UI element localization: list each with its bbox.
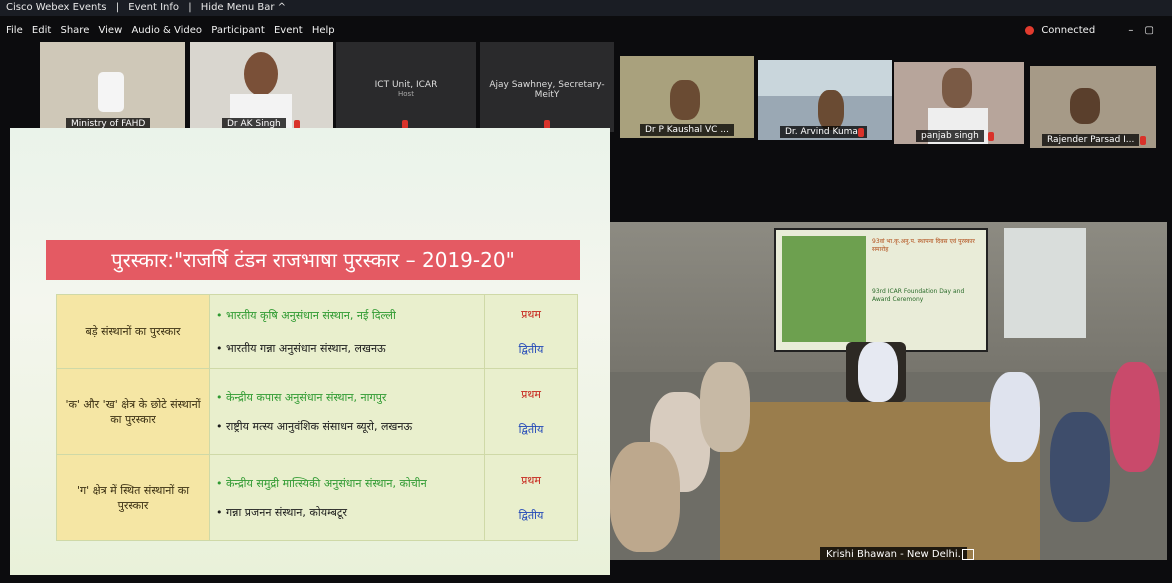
host-label: Host (398, 90, 414, 98)
avatar (670, 80, 700, 120)
participant-tile[interactable]: Dr P Kaushal VC ... (620, 56, 754, 138)
main-video-feed[interactable]: 93वां भा.कृ.अनु.प. स्थापना दिवस एवं पुरस… (610, 222, 1167, 560)
screen-share-icon[interactable] (962, 549, 974, 560)
mic-muted-icon (1140, 136, 1146, 145)
connection-status[interactable]: Connected – ▢ (1025, 22, 1154, 40)
participant-tile[interactable]: Dr. Arvind Kumar (758, 60, 892, 140)
avatar (98, 72, 124, 112)
menu-event[interactable]: Event (274, 22, 303, 40)
participant-tile[interactable]: Dr AK Singh (190, 42, 333, 132)
menu-participant[interactable]: Participant (211, 22, 265, 40)
first-winner: • केन्द्रीय समुद्री मात्स्यिकी अनुसंधान … (216, 476, 427, 490)
participant-name: Ajay Sawhney, Secretary-MeitY (489, 80, 605, 100)
table-row: 'ग' क्षेत्र में स्थित संस्थानों का पुरस्… (56, 454, 578, 541)
menu-view[interactable]: View (99, 22, 123, 40)
second-rank-label: द्वितीय (518, 422, 544, 436)
second-rank-label: द्वितीय (518, 508, 544, 522)
first-rank-label: प्रथम (521, 387, 541, 401)
mic-muted-icon (988, 132, 994, 141)
award-category: बड़े संस्थानों का पुरस्कार (56, 294, 210, 369)
second-winner: • गन्ना प्रजनन संस्थान, कोयम्बटूर (216, 505, 347, 519)
shared-slide: पुरस्कार:"राजर्षि टंडन राजभाषा पुरस्कार … (10, 128, 610, 575)
screen-english-text: 93rd ICAR Foundation Day and Award Cerem… (872, 288, 965, 303)
title-bar: Cisco Webex Events | Event Info | Hide M… (0, 0, 1172, 16)
table-row: 'क' और 'ख' क्षेत्र के छोटे संस्थानों का … (56, 368, 578, 455)
menu-help[interactable]: Help (312, 22, 335, 40)
award-category: 'क' और 'ख' क्षेत्र के छोटे संस्थानों का … (56, 368, 210, 455)
avatar (818, 90, 844, 130)
menu-audio-video[interactable]: Audio & Video (131, 22, 202, 40)
connection-icon (1025, 25, 1035, 35)
connection-label: Connected (1041, 25, 1096, 36)
award-table: बड़े संस्थानों का पुरस्कार • भारतीय कृषि… (56, 294, 578, 541)
video-location-label: Krishi Bhawan - New Delhi. (820, 547, 967, 560)
table-row: बड़े संस्थानों का पुरस्कार • भारतीय कृषि… (56, 294, 578, 369)
screen-hindi-text: 93वां भा.कृ.अनु.प. स्थापना दिवस एवं पुरस… (872, 238, 975, 253)
participant-tile[interactable]: panjab singh (894, 62, 1024, 144)
menu-edit[interactable]: Edit (32, 22, 51, 40)
participant-tile[interactable]: Ministry of FAHD (40, 42, 185, 132)
minimize-icon[interactable]: – (1128, 25, 1133, 36)
slide-title: पुरस्कार:"राजर्षि टंडन राजभाषा पुरस्कार … (46, 240, 580, 280)
award-category: 'ग' क्षेत्र में स्थित संस्थानों का पुरस्… (56, 454, 210, 541)
avatar (942, 68, 972, 108)
participant-tile[interactable]: Ajay Sawhney, Secretary-MeitY (480, 42, 614, 132)
avatar (244, 52, 278, 96)
first-winner: • केन्द्रीय कपास अनुसंधान संस्थान, नागपु… (216, 390, 387, 404)
second-winner: • राष्ट्रीय मत्स्य आनुवंशिक संसाधन ब्यूर… (216, 419, 413, 433)
projection-screen: 93वां भा.कृ.अनु.प. स्थापना दिवस एवं पुरस… (774, 228, 988, 352)
participant-name: Dr P Kaushal VC ... (640, 124, 734, 136)
first-rank-label: प्रथम (521, 473, 541, 487)
menu-file[interactable]: File (6, 22, 23, 40)
participant-tile[interactable]: Rajender Parsad I... (1030, 66, 1156, 148)
first-winner: • भारतीय कृषि अनुसंधान संस्थान, नई दिल्ल… (216, 308, 396, 322)
menu-bar: File Edit Share View Audio & Video Parti… (0, 22, 1172, 40)
first-rank-label: प्रथम (521, 307, 541, 321)
webex-app-name: Cisco Webex Events (6, 2, 107, 13)
maximize-icon[interactable]: ▢ (1145, 25, 1154, 36)
participant-name: Rajender Parsad I... (1042, 134, 1140, 146)
second-winner: • भारतीय गन्ना अनुसंधान संस्थान, लखनऊ (216, 341, 386, 355)
mic-muted-icon (858, 128, 864, 137)
event-info-link[interactable]: Event Info (128, 2, 179, 13)
avatar (1070, 88, 1100, 124)
second-rank-label: द्वितीय (518, 342, 544, 356)
participant-name: ICT Unit, ICAR (374, 80, 438, 90)
menu-share[interactable]: Share (60, 22, 89, 40)
hide-menu-bar-button[interactable]: Hide Menu Bar ^ (201, 2, 286, 13)
participant-name: panjab singh (916, 130, 984, 142)
participant-tile[interactable]: ICT Unit, ICAR Host (336, 42, 476, 132)
participant-name: Dr. Arvind Kumar (780, 126, 867, 138)
